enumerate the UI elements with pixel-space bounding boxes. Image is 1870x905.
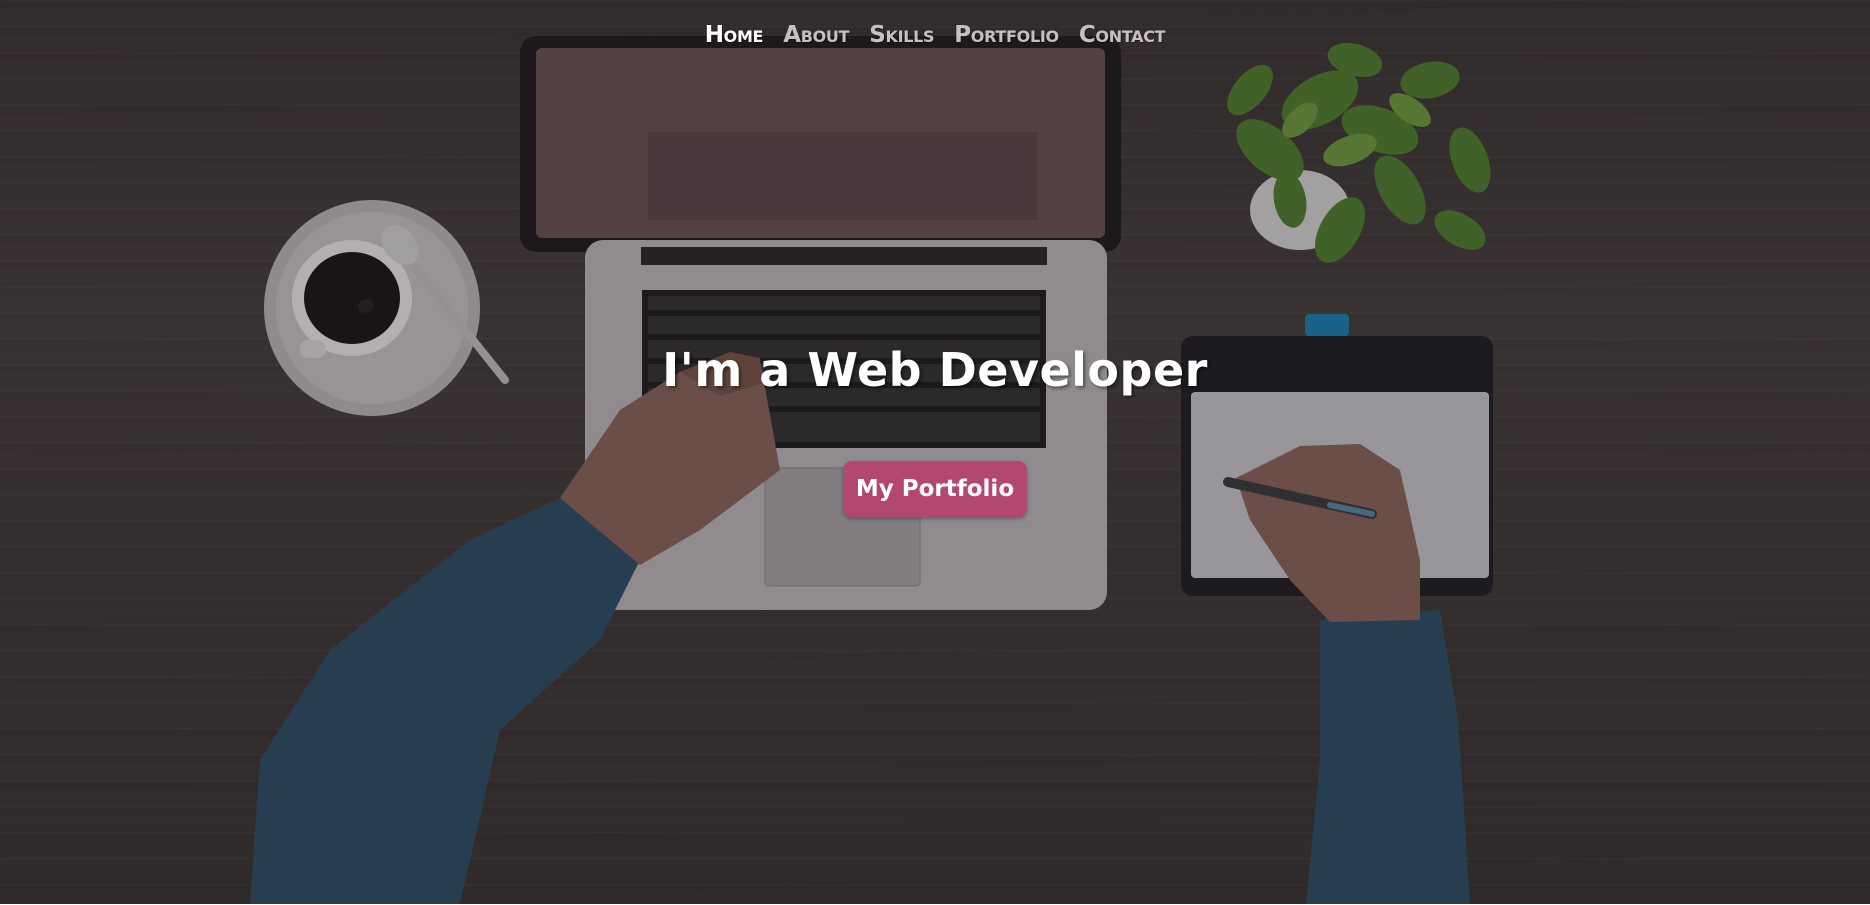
main-nav: Home About Skills Portfolio Contact [0, 22, 1870, 48]
dark-overlay [0, 0, 1870, 904]
hero-headline: I'm a Web Developer [662, 343, 1208, 397]
my-portfolio-button[interactable]: My Portfolio [843, 461, 1027, 517]
hero-section: Home About Skills Portfolio Contact I'm … [0, 0, 1870, 904]
nav-link-contact[interactable]: Contact [1079, 22, 1166, 48]
nav-link-home[interactable]: Home [705, 22, 764, 48]
nav-link-portfolio[interactable]: Portfolio [954, 22, 1059, 48]
nav-link-about[interactable]: About [783, 22, 849, 48]
nav-link-skills[interactable]: Skills [869, 22, 934, 48]
